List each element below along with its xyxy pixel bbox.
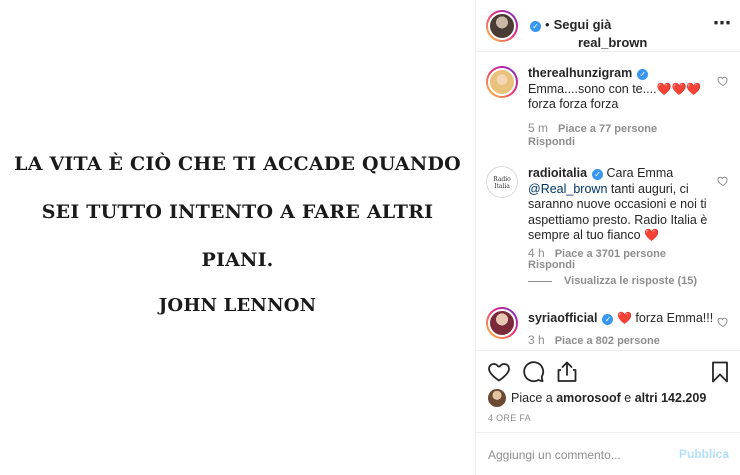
avatar-image bbox=[488, 309, 516, 337]
separator-dot: • bbox=[545, 17, 550, 32]
comment-meta: 3 h Piace a 802 persone bbox=[528, 333, 660, 347]
comment-text: Cara Emma bbox=[606, 166, 674, 180]
heart-outline-icon[interactable] bbox=[487, 360, 511, 384]
heart-emoji: ❤️❤️❤️ bbox=[656, 81, 702, 96]
comment-meta: 5 m Piace a 77 persone bbox=[528, 121, 657, 135]
comment-text: Emma....sono con te.... bbox=[528, 81, 657, 96]
radio-logo-icon: Radio Italia bbox=[493, 176, 511, 190]
comment-username[interactable]: radioitalia bbox=[528, 166, 587, 180]
view-replies-label: Visualizza le risposte (15) bbox=[564, 275, 698, 287]
comment-likes[interactable]: Piace a 802 persone bbox=[555, 335, 660, 347]
view-replies-button[interactable]: Visualizza le risposte (15) bbox=[528, 275, 697, 287]
more-horizontal-icon[interactable]: ⋯ bbox=[713, 14, 731, 34]
quote-line: SEI TUTTO INTENTO A FARE ALTRI bbox=[41, 201, 434, 223]
header-username[interactable]: real_brown bbox=[578, 35, 647, 50]
likes-summary: Piace a amorosoof e altri 142.209 bbox=[488, 389, 738, 409]
quote-author: JOHN LENNON bbox=[158, 295, 317, 316]
comments-list[interactable]: therealhunzigram ✓ Emma....sono con te...… bbox=[476, 53, 740, 350]
verified-icon: ✓ bbox=[602, 314, 614, 325]
verified-icon: ✓ bbox=[592, 169, 604, 180]
reply-button[interactable]: Rispondi bbox=[528, 259, 575, 271]
svg-text:Italia: Italia bbox=[494, 183, 510, 190]
comment-input[interactable] bbox=[488, 445, 668, 465]
likes-others-link[interactable]: altri 142.209 bbox=[635, 391, 707, 405]
comment-username[interactable]: therealhunzigram bbox=[528, 66, 632, 80]
post-comment-button[interactable]: Pubblica bbox=[679, 447, 729, 461]
add-comment-bar: Pubblica bbox=[476, 432, 740, 475]
mention-link[interactable]: @Real_brown bbox=[528, 182, 607, 196]
svg-text:Radio: Radio bbox=[493, 176, 511, 183]
comment-body: syriaofficial ✓ ❤️ forza Emma!!! bbox=[528, 311, 718, 327]
following-button[interactable]: Segui già bbox=[554, 17, 612, 32]
verified-icon: ✓ bbox=[637, 69, 649, 80]
like-comment-icon[interactable] bbox=[717, 175, 729, 187]
comment-text: forza Emma!!! bbox=[635, 311, 714, 325]
avatar-image bbox=[488, 12, 516, 40]
share-icon[interactable] bbox=[555, 360, 579, 384]
post-action-bar bbox=[476, 350, 740, 390]
comment-avatar[interactable]: Radio Italia bbox=[486, 166, 518, 198]
post-side-panel: real_brown ✓ • Segui già ⋯ therealhunzigram… bbox=[475, 0, 740, 475]
comment-icon[interactable] bbox=[521, 360, 545, 384]
post-header: real_brown ✓ • Segui già ⋯ bbox=[476, 0, 740, 52]
avatar-image bbox=[488, 68, 516, 96]
comment-username[interactable]: syriaofficial bbox=[528, 311, 597, 325]
likes-text: Piace a amorosoof e altri 142.209 bbox=[511, 391, 706, 405]
post-image[interactable]: LA VITA È CIÒ CHE TI ACCADE QUANDO SEI T… bbox=[0, 0, 475, 475]
quote-line: LA VITA È CIÒ CHE TI ACCADE QUANDO bbox=[14, 153, 461, 175]
comment-body: radioitalia ✓ Cara Emma @Real_brown tanti… bbox=[528, 166, 718, 244]
comment-time: 4 h bbox=[528, 246, 545, 260]
avatar[interactable] bbox=[486, 10, 518, 42]
comment-time: 5 m bbox=[528, 121, 549, 135]
header-meta: real_brown ✓ • Segui già bbox=[527, 17, 647, 50]
comment-time: 3 h bbox=[528, 333, 545, 347]
like-comment-icon[interactable] bbox=[717, 75, 729, 87]
replies-divider bbox=[528, 280, 552, 282]
likes-prefix: Piace a bbox=[511, 391, 553, 405]
liker-username[interactable]: amorosoof bbox=[556, 391, 621, 405]
quote-text: LA VITA È CIÒ CHE TI ACCADE QUANDO SEI T… bbox=[0, 148, 475, 340]
quote-line: PIANI. bbox=[201, 249, 274, 271]
comment-body: therealhunzigram ✓ Emma....sono con te...… bbox=[528, 66, 718, 113]
bookmark-icon[interactable] bbox=[708, 360, 732, 384]
liker-avatar[interactable] bbox=[488, 389, 506, 407]
heart-emoji: ❤️ bbox=[616, 311, 632, 325]
like-comment-icon[interactable] bbox=[717, 316, 729, 328]
verified-icon: ✓ bbox=[530, 21, 541, 32]
comment-meta: 4 h Piace a 3701 persone bbox=[528, 246, 666, 260]
comment-likes[interactable]: Piace a 77 persone bbox=[558, 123, 657, 135]
comment-avatar[interactable] bbox=[486, 66, 518, 98]
comment-avatar[interactable] bbox=[486, 307, 518, 339]
likes-conj: e bbox=[624, 391, 632, 405]
reply-button[interactable]: Rispondi bbox=[528, 136, 575, 148]
comment-text: forza forza forza bbox=[528, 97, 619, 111]
heart-emoji: ❤️ bbox=[644, 228, 659, 242]
post-timestamp[interactable]: 4 ORE FA bbox=[488, 413, 531, 423]
